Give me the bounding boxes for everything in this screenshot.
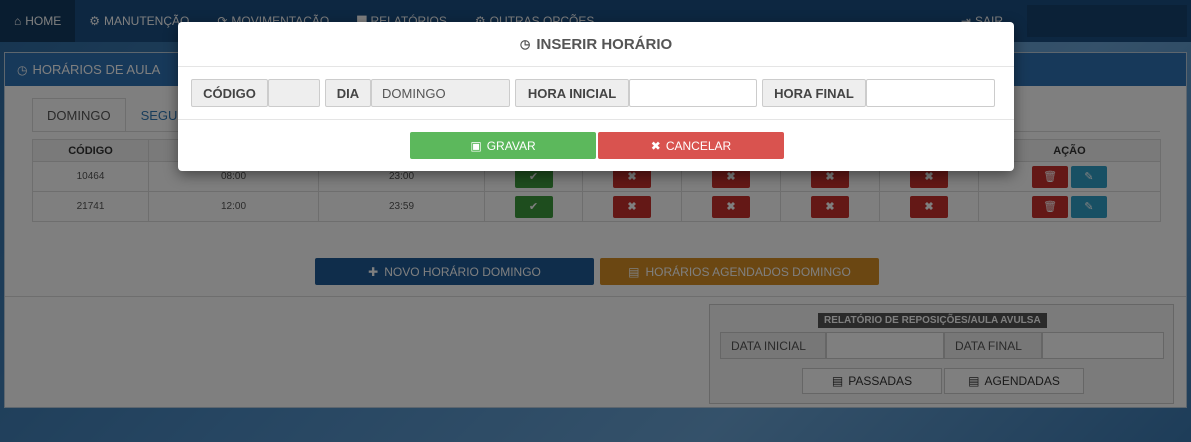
codigo-input[interactable] (268, 79, 320, 107)
save-icon: ▣ (470, 138, 482, 153)
hora-inicial-label: HORA INICIAL (515, 79, 629, 107)
gravar-label: GRAVAR (486, 138, 536, 153)
codigo-label: CÓDIGO (191, 79, 268, 107)
gravar-button[interactable]: ▣ GRAVAR (410, 132, 596, 159)
hora-inicial-input[interactable] (629, 79, 757, 107)
modal-title: ◷ INSERIR HORÁRIO (178, 22, 1014, 67)
modal-footer-divider (178, 119, 1014, 120)
inserir-horario-modal: ◷ INSERIR HORÁRIO CÓDIGO DIA HORA INICIA… (178, 22, 1014, 171)
cancelar-button[interactable]: ✖ CANCELAR (598, 132, 784, 159)
dia-input[interactable] (371, 79, 510, 107)
close-icon: ✖ (650, 138, 661, 153)
modal-title-text: INSERIR HORÁRIO (536, 35, 673, 53)
dia-label: DIA (325, 79, 371, 107)
hora-final-label: HORA FINAL (762, 79, 866, 107)
cancelar-label: CANCELAR (665, 138, 732, 153)
clock-icon: ◷ (519, 37, 531, 51)
hora-final-input[interactable] (866, 79, 995, 107)
modal-form-row: CÓDIGO DIA HORA INICIAL HORA FINAL (191, 79, 1001, 107)
